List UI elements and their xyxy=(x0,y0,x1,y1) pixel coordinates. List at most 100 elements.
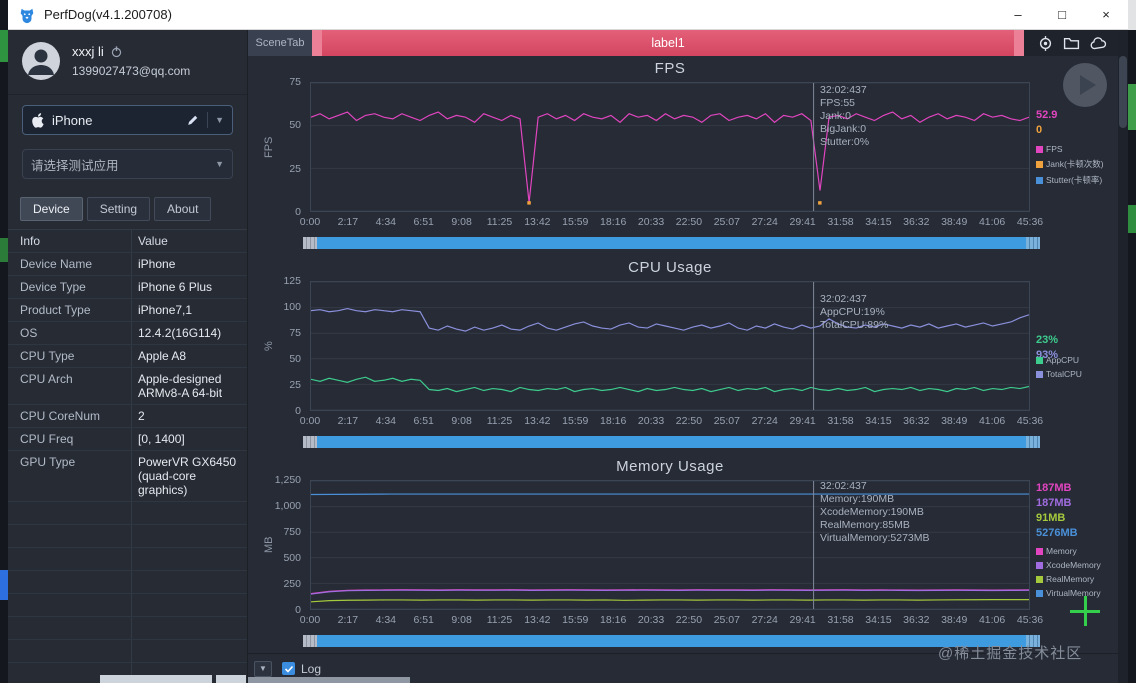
table-row[interactable] xyxy=(8,525,247,548)
legend-item-stutter[interactable]: Stutter(卡顿率) xyxy=(1036,174,1118,186)
x-tick-label: 25:07 xyxy=(713,216,740,228)
scrollbar-left-grip[interactable] xyxy=(303,635,317,647)
legend-item-totalcpu[interactable]: TotalCPU xyxy=(1036,369,1118,379)
title-bar: PerfDog(v4.1.200708) – □ × xyxy=(8,0,1128,30)
info-cell: CPU Freq xyxy=(8,428,132,450)
table-row[interactable]: CPU Freq [0, 1400] xyxy=(8,428,247,451)
v-scrollbar[interactable] xyxy=(1118,30,1128,683)
table-row[interactable] xyxy=(8,594,247,617)
plot-area[interactable] xyxy=(310,82,1030,212)
avatar xyxy=(22,42,60,80)
value-cell xyxy=(132,525,247,547)
scrollbar-track[interactable] xyxy=(317,237,1026,249)
tab-setting[interactable]: Setting xyxy=(86,197,151,221)
x-tick-label: 29:41 xyxy=(789,415,816,427)
x-tick-label: 25:07 xyxy=(713,614,740,626)
table-row[interactable]: GPU Type PowerVR GX6450 (quad-core graphi… xyxy=(8,451,247,502)
x-tick-label: 20:33 xyxy=(637,216,665,228)
x-axis: 0:00 2:17 4:34 6:51 9:08 11:25 13:42 15:59 18:16… xyxy=(248,415,1118,429)
legend-swatch xyxy=(1036,547,1043,555)
location-icon[interactable] xyxy=(1037,35,1054,52)
table-row[interactable] xyxy=(8,571,247,594)
fps-chart: FPS FPS 0 25 50 75 32:02:437 FPS:55 Jank:0 Big… xyxy=(248,56,1118,255)
scrollbar-right-grip[interactable] xyxy=(1026,436,1040,448)
table-row[interactable] xyxy=(8,617,247,640)
chevron-down-icon[interactable]: ▼ xyxy=(215,159,224,169)
scrollbar-track[interactable] xyxy=(317,436,1026,448)
tooltip-line: Stutter:0% xyxy=(820,136,870,148)
x-tick-label: 0:00 xyxy=(299,415,321,427)
maximize-button[interactable]: □ xyxy=(1040,0,1084,30)
legend-item-realmemory[interactable]: RealMemory xyxy=(1036,574,1118,584)
legend-swatch xyxy=(1036,575,1043,583)
x-axis: 0:00 2:17 4:34 6:51 9:08 11:25 13:42 15:59 18:16… xyxy=(248,216,1118,230)
x-tick-label: 27:24 xyxy=(751,614,778,626)
table-row[interactable] xyxy=(8,640,247,663)
charts-panel: FPS FPS 0 25 50 75 32:02:437 FPS:55 Jank:0 Big… xyxy=(248,56,1118,653)
tab-scroll-left[interactable] xyxy=(312,30,322,56)
y-tick-label: 1,250 xyxy=(274,474,301,486)
y-tick-label: 75 xyxy=(289,327,301,339)
scrollbar-left-grip[interactable] xyxy=(303,237,317,249)
tooltip-line: 32:02:437 xyxy=(820,480,867,492)
y-tick-label: 50 xyxy=(289,119,301,132)
edit-pen-icon[interactable] xyxy=(186,113,200,127)
scrollbar-left-grip[interactable] xyxy=(303,436,317,448)
tab-scroll-right[interactable] xyxy=(1014,30,1024,56)
tooltip-line: TotalCPU:89% xyxy=(820,319,889,331)
legend-item-xcodememory[interactable]: XcodeMemory xyxy=(1036,560,1118,570)
legend-item-appcpu[interactable]: AppCPU xyxy=(1036,355,1118,365)
table-row[interactable]: CPU Type Apple A8 xyxy=(8,345,247,368)
x-tick-label: 27:24 xyxy=(751,216,778,228)
table-row[interactable]: CPU Arch Apple-designed ARMv8-A 64-bit xyxy=(8,368,247,405)
h-scrollbar[interactable] xyxy=(303,436,1040,448)
device-select[interactable]: iPhone ▼ xyxy=(22,105,233,135)
close-button[interactable]: × xyxy=(1084,0,1128,30)
play-button[interactable] xyxy=(1063,63,1107,107)
chart-title: CPU Usage xyxy=(628,259,712,276)
table-row[interactable]: Device Name iPhone xyxy=(8,253,247,276)
tab-about[interactable]: About xyxy=(154,197,212,221)
tab-label1[interactable]: label1 xyxy=(312,30,1024,56)
v-scrollbar-thumb[interactable] xyxy=(1119,56,1127,128)
table-row[interactable]: Device Type iPhone 6 Plus xyxy=(8,276,247,299)
cursor-crosshair xyxy=(1070,610,1100,613)
table-row[interactable]: OS 12.4.2(16G114) xyxy=(8,322,247,345)
tooltip-line: 32:02:437 xyxy=(820,84,867,96)
scrollbar-right-grip[interactable] xyxy=(1026,237,1040,249)
x-tick-label: 11:25 xyxy=(486,216,513,228)
minimize-button[interactable]: – xyxy=(996,0,1040,30)
x-tick-label: 18:16 xyxy=(600,415,627,427)
scrollbar-track[interactable] xyxy=(317,635,1026,647)
x-tick-label: 9:08 xyxy=(451,216,472,228)
tab-device[interactable]: Device xyxy=(20,197,83,221)
h-scrollbar[interactable] xyxy=(303,635,1040,647)
perfdog-logo-icon xyxy=(20,8,34,23)
table-row[interactable] xyxy=(8,502,247,525)
h-scrollbar[interactable] xyxy=(303,237,1040,249)
legend-item-memory[interactable]: Memory xyxy=(1036,546,1118,556)
app-select-placeholder: 请选择测试应用 xyxy=(31,158,119,173)
x-tick-label: 13:42 xyxy=(524,614,551,626)
table-row[interactable] xyxy=(8,548,247,571)
legend-swatch xyxy=(1036,370,1043,378)
table-row[interactable]: CPU CoreNum 2 xyxy=(8,405,247,428)
legend-item-virtualmemory[interactable]: VirtualMemory xyxy=(1036,588,1118,598)
legend-swatch xyxy=(1036,145,1043,153)
chevron-down-icon[interactable]: ▼ xyxy=(215,115,224,125)
x-tick-label: 38:49 xyxy=(941,614,968,626)
chart-page-dropdown[interactable]: ▼ xyxy=(254,660,272,677)
logout-icon[interactable] xyxy=(110,45,123,58)
chart-legend: AppCPU TotalCPU xyxy=(1036,355,1118,383)
legend-item-jank[interactable]: Jank(卡顿次数) xyxy=(1036,158,1118,170)
value-cell xyxy=(132,502,247,524)
legend-item-fps[interactable]: FPS xyxy=(1036,144,1118,154)
plot-area[interactable] xyxy=(310,281,1030,411)
log-checkbox[interactable] xyxy=(282,662,295,675)
table-row[interactable]: Product Type iPhone7,1 xyxy=(8,299,247,322)
x-tick-label: 22:50 xyxy=(675,415,703,427)
tab-scenetab[interactable]: SceneTab xyxy=(248,30,312,56)
cloud-icon[interactable] xyxy=(1089,35,1108,52)
folder-icon[interactable] xyxy=(1063,35,1080,52)
app-select[interactable]: 请选择测试应用 ▼ xyxy=(22,149,233,179)
